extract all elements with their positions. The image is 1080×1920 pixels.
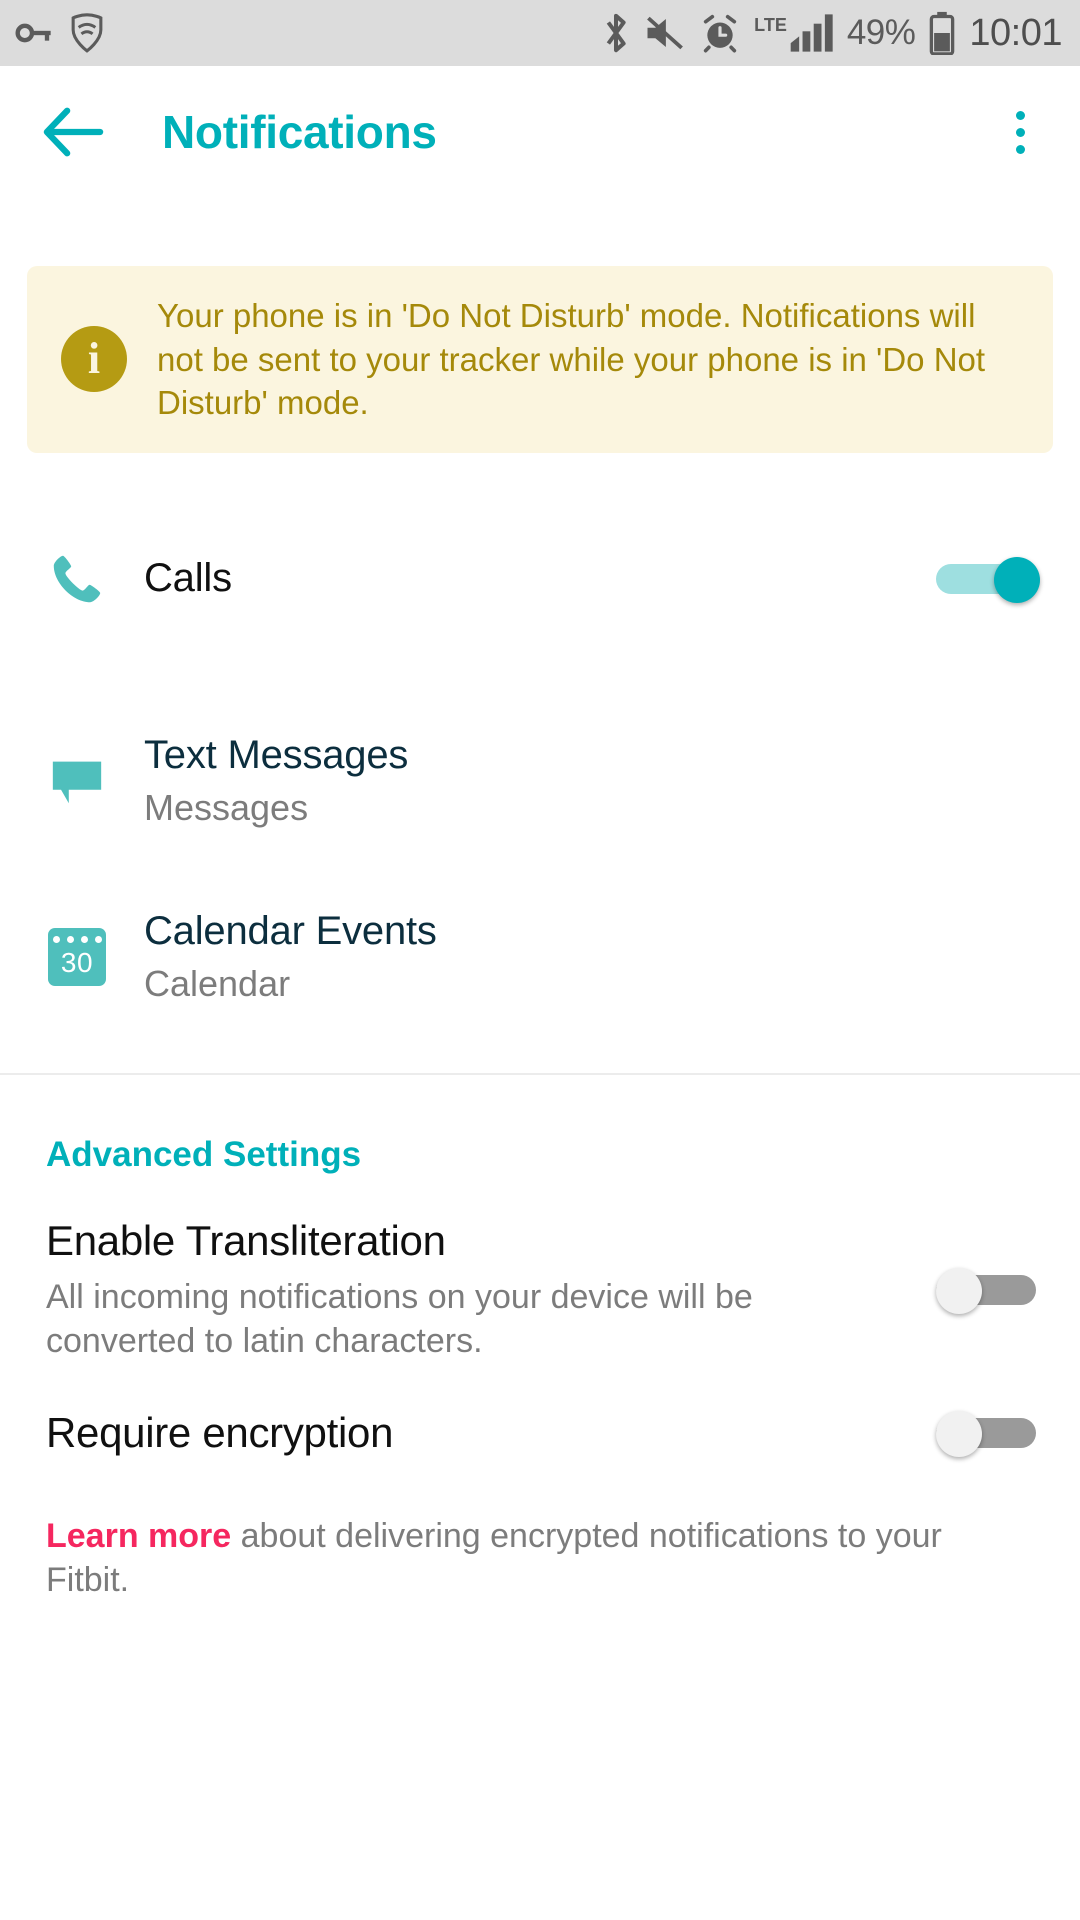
mute-icon: [644, 13, 686, 53]
calendar-icon-wrap: 30: [46, 928, 108, 986]
back-arrow-icon: [42, 106, 104, 158]
status-bar-left-icons: [14, 13, 106, 53]
toggle-knob: [936, 1268, 982, 1314]
dnd-banner-text: Your phone is in 'Do Not Disturb' mode. …: [157, 294, 1023, 425]
phone-icon: [48, 550, 106, 608]
list-item-calendar-events[interactable]: 30 Calendar Events Calendar: [0, 869, 1080, 1045]
status-bar-right-icons: LTE 49% 10:01: [602, 11, 1062, 55]
calls-icon-wrap: [46, 550, 108, 608]
overflow-dot: [1016, 145, 1025, 154]
app-bar: Notifications: [0, 66, 1080, 198]
calendar-events-text: Calendar Events Calendar: [144, 908, 1040, 1005]
setting-row-transliteration[interactable]: Enable Transliteration All incoming noti…: [0, 1175, 1080, 1364]
list-item-title: Text Messages: [144, 732, 1040, 779]
dnd-banner-container: i Your phone is in 'Do Not Disturb' mode…: [0, 198, 1080, 453]
text-messages-icon-wrap: [46, 752, 108, 810]
setting-subtitle: All incoming notifications on your devic…: [46, 1275, 910, 1363]
setting-title: Enable Transliteration: [46, 1217, 910, 1265]
encryption-footer-text: Learn more about delivering encrypted no…: [46, 1514, 1034, 1604]
transliteration-toggle[interactable]: [936, 1268, 1040, 1312]
calendar-icon: 30: [48, 928, 106, 986]
vpn-shield-icon: [68, 13, 106, 53]
setting-title: Require encryption: [46, 1409, 910, 1457]
info-circle-icon: i: [61, 326, 127, 392]
alarm-icon: [700, 12, 740, 54]
calls-text: Calls: [144, 555, 936, 602]
list-item-title: Calls: [144, 555, 936, 602]
notification-list: Calls Text Messages Messages: [0, 453, 1080, 1045]
setting-row-require-encryption[interactable]: Require encryption: [0, 1363, 1080, 1457]
require-encryption-text: Require encryption: [46, 1409, 936, 1457]
page-title: Notifications: [162, 105, 437, 159]
calendar-binder-dots: [53, 936, 102, 943]
bluetooth-icon: [602, 12, 630, 54]
lte-signal-icon: LTE: [754, 12, 833, 54]
calls-toggle[interactable]: [936, 557, 1040, 601]
list-item-calls[interactable]: Calls: [0, 505, 1080, 653]
battery-percent-label: 49%: [847, 13, 916, 53]
list-item-title: Calendar Events: [144, 908, 1040, 955]
dnd-banner: i Your phone is in 'Do Not Disturb' mode…: [27, 266, 1053, 453]
list-item-subtitle: Calendar: [144, 962, 1040, 1005]
overflow-dot: [1016, 111, 1025, 120]
learn-more-link[interactable]: Learn more: [46, 1517, 231, 1555]
battery-icon: [929, 11, 955, 55]
encryption-footer: Learn more about delivering encrypted no…: [0, 1458, 1080, 1604]
back-button[interactable]: [40, 99, 106, 165]
list-item-subtitle: Messages: [144, 786, 1040, 829]
overflow-dot: [1016, 128, 1025, 137]
text-messages-text: Text Messages Messages: [144, 732, 1040, 829]
notifications-settings-screen: LTE 49% 10:01: [0, 0, 1080, 1920]
message-bubble-icon: [48, 752, 106, 810]
lte-label: LTE: [754, 16, 787, 34]
overflow-menu-icon[interactable]: [988, 90, 1052, 174]
toggle-knob: [936, 1411, 982, 1457]
key-icon: [14, 13, 54, 53]
calendar-day-number: 30: [61, 949, 93, 977]
toggle-knob: [994, 557, 1040, 603]
transliteration-text: Enable Transliteration All incoming noti…: [46, 1217, 936, 1364]
status-bar: LTE 49% 10:01: [0, 0, 1080, 66]
info-glyph: i: [88, 337, 100, 381]
list-item-text-messages[interactable]: Text Messages Messages: [0, 693, 1080, 869]
require-encryption-toggle[interactable]: [936, 1411, 1040, 1455]
status-bar-clock: 10:01: [969, 12, 1062, 55]
advanced-settings-heading: Advanced Settings: [0, 1075, 1080, 1175]
